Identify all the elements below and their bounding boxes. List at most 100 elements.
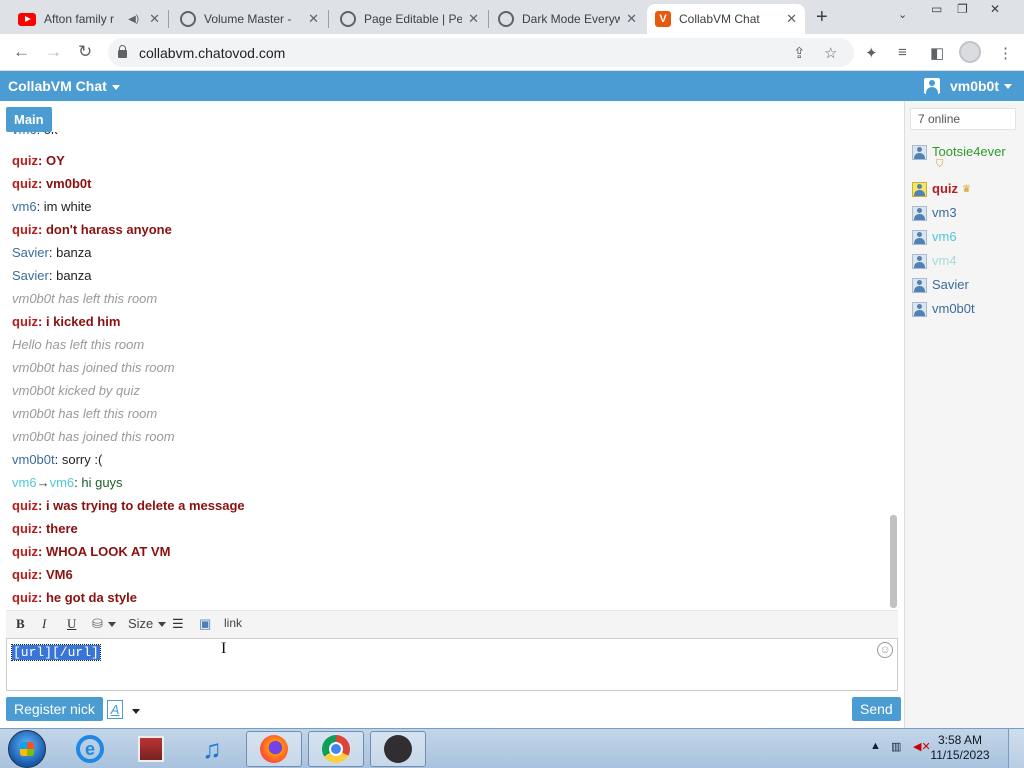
- message-nick[interactable]: quiz: [12, 590, 38, 605]
- italic-button[interactable]: I: [42, 616, 46, 632]
- forward-icon[interactable]: →: [45, 42, 62, 62]
- extensions-icon[interactable]: ✦: [865, 44, 878, 62]
- register-nick-button[interactable]: Register nick: [6, 697, 103, 721]
- browser-tab-4[interactable]: V CollabVM Chat ✕: [647, 4, 805, 34]
- message-nick[interactable]: quiz: [12, 153, 38, 168]
- bold-button[interactable]: B: [16, 616, 25, 632]
- internet-explorer-icon: e: [76, 735, 104, 763]
- address-bar[interactable]: collabvm.chatovod.com ⇪ ☆: [108, 38, 854, 67]
- image-icon[interactable]: ▣: [199, 616, 211, 632]
- browser-tab-3[interactable]: Dark Mode Everyw ✕: [490, 4, 645, 34]
- tab-title: CollabVM Chat: [679, 12, 760, 26]
- message-nick[interactable]: Savier: [12, 268, 49, 283]
- browser-tab-0[interactable]: Afton family r ◀) ✕: [10, 4, 168, 34]
- back-icon[interactable]: ←: [13, 42, 30, 62]
- message-separator: :: [54, 452, 62, 467]
- message-separator: :: [38, 521, 46, 536]
- user-avatar-icon: [923, 78, 940, 94]
- close-tab-icon[interactable]: ✕: [626, 11, 637, 27]
- taskbar-itunes[interactable]: ♫: [184, 731, 240, 767]
- user-menu[interactable]: vm0b0t: [923, 78, 1012, 94]
- user-entry: vm4: [932, 253, 957, 268]
- link-button[interactable]: link: [224, 616, 242, 630]
- tab-divider: [488, 10, 489, 28]
- text-color-button[interactable]: ⛁: [92, 616, 116, 632]
- show-desktop-button[interactable]: [1008, 729, 1024, 768]
- volume-muted-icon[interactable]: ◀✕: [913, 740, 931, 753]
- send-button[interactable]: Send: [852, 697, 901, 721]
- new-tab-icon[interactable]: +: [816, 6, 828, 29]
- font-size-button[interactable]: Size: [128, 616, 167, 631]
- globe-icon: [340, 11, 356, 27]
- message-nick[interactable]: quiz: [12, 314, 38, 329]
- user-list-item[interactable]: vm0b0t: [912, 301, 975, 317]
- message-text: i kicked him: [45, 314, 121, 329]
- taskbar-chrome[interactable]: [308, 731, 364, 767]
- chatovod-icon: V: [655, 11, 671, 27]
- close-tab-icon[interactable]: ✕: [786, 11, 797, 27]
- minimize-icon[interactable]: ▭: [931, 2, 942, 16]
- message-nick[interactable]: quiz: [12, 567, 38, 582]
- font-style-button[interactable]: A: [107, 700, 123, 719]
- browser-tab-2[interactable]: Page Editable | Pe ✕: [332, 4, 487, 34]
- system-message-text: vm0b0t has joined this room: [12, 429, 175, 444]
- message-text: vm0b0t: [45, 176, 92, 191]
- user-icon: [912, 145, 927, 160]
- close-tab-icon[interactable]: ✕: [468, 11, 479, 27]
- tab-main-room[interactable]: Main: [6, 107, 52, 132]
- message-nick[interactable]: vm0b0t: [12, 452, 55, 467]
- taskbar-winrar[interactable]: [123, 731, 179, 767]
- taskbar-ie[interactable]: e: [62, 731, 118, 767]
- media-control-icon[interactable]: ≡: [898, 44, 907, 61]
- underline-button[interactable]: U: [67, 616, 76, 632]
- tray-expand-icon[interactable]: ▲: [870, 740, 881, 752]
- app-title-menu[interactable]: CollabVM Chat: [8, 78, 120, 94]
- reload-icon[interactable]: ↻: [78, 42, 92, 62]
- message-text: sorry :(: [61, 452, 103, 467]
- browser-tab-1[interactable]: Volume Master - ✕: [172, 4, 327, 34]
- network-icon[interactable]: ▥: [891, 740, 901, 753]
- message-recipient[interactable]: vm6: [50, 475, 75, 490]
- restore-icon[interactable]: ❐: [957, 2, 968, 16]
- size-label: Size: [128, 616, 154, 631]
- browser-tab-strip: Afton family r ◀) ✕ Volume Master - ✕ Pa…: [0, 0, 1024, 34]
- music-note-icon: ♫: [202, 733, 222, 764]
- tab-search-icon[interactable]: ⌄: [898, 8, 907, 21]
- chat-message: quiz: OY: [12, 153, 65, 168]
- browser-menu-icon[interactable]: ⋮: [998, 44, 1013, 62]
- message-nick[interactable]: quiz: [12, 521, 38, 536]
- user-name: Savier: [932, 277, 969, 292]
- message-nick[interactable]: vm6: [12, 132, 37, 137]
- bookmark-star-icon[interactable]: ☆: [824, 44, 837, 62]
- chevron-down-icon[interactable]: [132, 709, 140, 714]
- message-nick[interactable]: quiz: [12, 544, 38, 559]
- message-input[interactable]: [url][/url] ☺: [6, 638, 898, 691]
- message-nick[interactable]: quiz: [12, 498, 38, 513]
- user-list-item[interactable]: vm6: [912, 229, 957, 245]
- message-nick[interactable]: vm6: [12, 199, 37, 214]
- user-list-item[interactable]: vm3: [912, 205, 957, 221]
- user-list-item[interactable]: Tootsie4ever ⛉: [912, 144, 1006, 170]
- taskbar-clock[interactable]: 3:58 AM 11/15/2023: [930, 733, 990, 763]
- user-entry: vm0b0t: [932, 301, 975, 316]
- smiley-icon[interactable]: ☺: [877, 642, 893, 658]
- scrollbar-thumb[interactable]: [890, 515, 897, 608]
- user-list-item[interactable]: quiz ♛: [912, 181, 971, 197]
- start-button[interactable]: [8, 730, 46, 768]
- taskbar-firefox[interactable]: [246, 731, 302, 767]
- user-list-item[interactable]: vm4: [912, 253, 957, 269]
- message-nick[interactable]: quiz: [12, 176, 38, 191]
- side-panel-icon[interactable]: ◧: [930, 44, 944, 62]
- bullet-list-icon[interactable]: ☰: [172, 616, 184, 632]
- message-nick[interactable]: vm6: [12, 475, 37, 490]
- window-close-icon[interactable]: ✕: [990, 2, 1000, 16]
- close-tab-icon[interactable]: ✕: [308, 11, 319, 27]
- taskbar-obs[interactable]: [370, 731, 426, 767]
- message-nick[interactable]: Savier: [12, 245, 49, 260]
- share-icon[interactable]: ⇪: [793, 44, 806, 62]
- close-tab-icon[interactable]: ✕: [149, 11, 160, 27]
- message-nick[interactable]: quiz: [12, 222, 38, 237]
- profile-avatar[interactable]: [959, 41, 981, 63]
- user-list-item[interactable]: Savier: [912, 277, 969, 293]
- speaker-icon[interactable]: ◀): [128, 14, 139, 25]
